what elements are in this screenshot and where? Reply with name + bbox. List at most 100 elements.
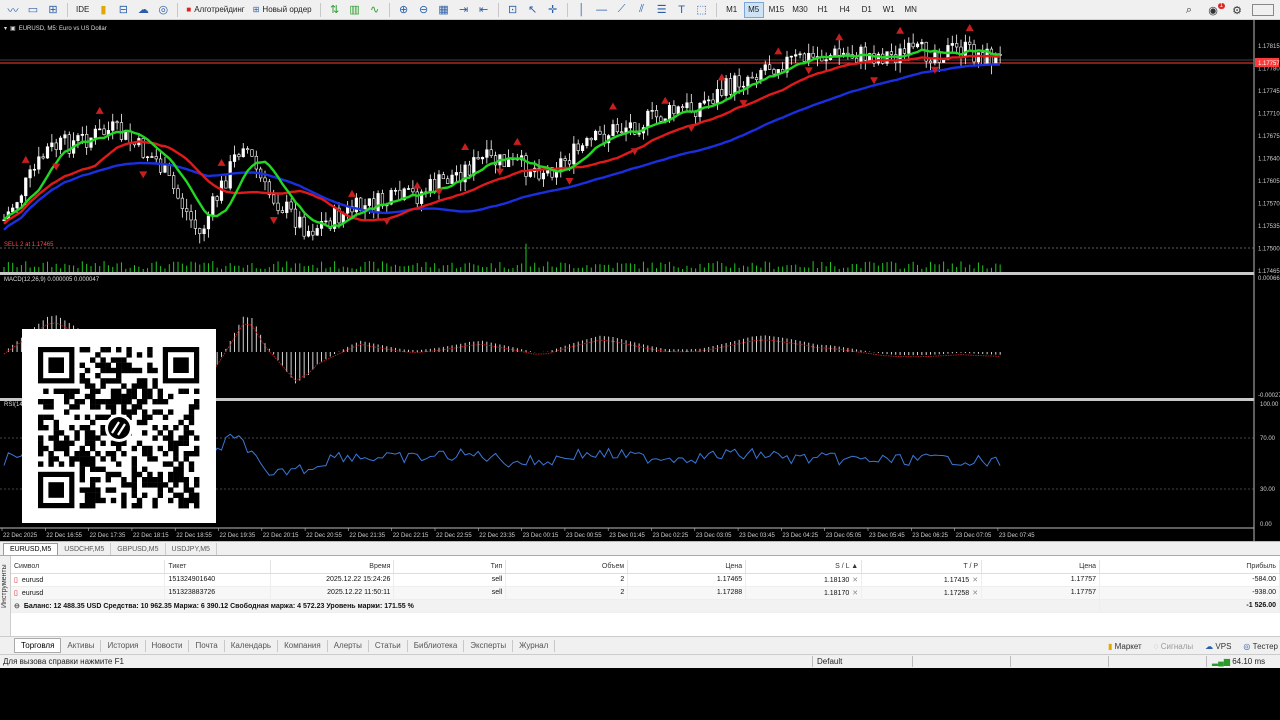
symbol-tab-usdchf[interactable]: USDCHF,M5 <box>58 543 112 555</box>
autoscroll-icon[interactable]: ⇥ <box>455 2 473 18</box>
cell-take-profit[interactable]: 1.17258 ✕ <box>861 586 983 600</box>
web-icon[interactable]: ◎ <box>154 2 172 18</box>
tab-code-base[interactable]: Библиотека <box>408 639 465 652</box>
tab-trade[interactable]: Торговля <box>14 638 62 653</box>
notifications-icon[interactable]: ◉ 1 <box>1204 2 1225 18</box>
remove-tp-icon[interactable]: ✕ <box>972 577 978 584</box>
trendline-icon[interactable]: ⟋ <box>613 2 631 18</box>
timeframe-h1[interactable]: H1 <box>813 2 833 18</box>
col-profit[interactable]: Прибыль <box>1099 560 1280 574</box>
tab-journal[interactable]: Журнал <box>513 639 556 652</box>
add-chart-icon[interactable]: ⊞ <box>44 2 62 18</box>
candle-body <box>450 174 454 184</box>
tester-link[interactable]: ◎ Тестер <box>1243 642 1278 651</box>
algo-stop-icon: ■ <box>186 5 192 14</box>
strategy-icon[interactable]: ⊟ <box>114 2 132 18</box>
col-price[interactable]: Цена <box>627 560 747 574</box>
tab-assets[interactable]: Активы <box>61 639 102 652</box>
channel-icon[interactable]: ⫽ <box>633 2 651 18</box>
up-arrow-marker <box>774 47 783 55</box>
market-link[interactable]: ▮ Маркет <box>1108 642 1142 651</box>
qr-module <box>142 399 148 405</box>
qr-module <box>110 393 117 400</box>
algo-trading-button[interactable]: ■ Алготрейдинг <box>183 2 247 18</box>
text-icon[interactable]: T <box>673 2 691 18</box>
cloud-icon[interactable]: ☁ <box>134 2 152 18</box>
qr-module <box>121 409 127 415</box>
up-arrow-marker <box>217 158 226 166</box>
timeframe-w1[interactable]: W1 <box>879 2 899 18</box>
col-stop-loss[interactable]: S / L ▲ <box>745 560 863 574</box>
candle-body <box>411 188 415 193</box>
timeframe-h4[interactable]: H4 <box>835 2 855 18</box>
shapes-icon[interactable]: ⬚ <box>693 2 711 18</box>
tab-news[interactable]: Новости <box>146 639 190 652</box>
col-time[interactable]: Время <box>270 560 395 574</box>
remove-tp-icon[interactable]: ✕ <box>972 590 978 597</box>
col-take-profit[interactable]: T / P <box>861 560 983 574</box>
settings-icon[interactable]: ⚙ <box>1228 2 1246 18</box>
grid-icon[interactable]: ▦ <box>435 2 453 18</box>
table-row[interactable]: ▯ eurusd 151323883726 2025.12.22 11:50:11… <box>11 586 1280 600</box>
price-tick: 1.17815 <box>1258 44 1280 50</box>
up-arrow-marker <box>95 106 104 114</box>
col-symbol[interactable]: Символ <box>11 560 166 574</box>
col-ticket[interactable]: Тикет <box>164 560 272 574</box>
line-chart-icon[interactable]: ∿ <box>366 2 384 18</box>
total-profit: -1 526.00 <box>1099 599 1280 613</box>
symbol-tab-usdjpy[interactable]: USDJPY,M5 <box>166 543 217 555</box>
zoom-out-icon[interactable]: ⊖ <box>415 2 433 18</box>
screen-bottom-bar <box>0 668 1280 720</box>
screenshot-icon[interactable]: ⊡ <box>504 2 522 18</box>
signals-link[interactable]: ◌ Сигналы <box>1154 642 1193 651</box>
lock-icon[interactable]: ▮ <box>94 2 112 18</box>
vertical-line-icon[interactable]: │ <box>573 2 591 18</box>
tab-experts[interactable]: Эксперты <box>464 639 514 652</box>
symbol-tab-eurusd[interactable]: EURUSD,M5 <box>3 543 59 555</box>
tab-company[interactable]: Компания <box>278 639 328 652</box>
chart-window[interactable]: 1.17815 1.17780 1.17745 1.17710 1.17675 1.176… <box>0 20 1280 541</box>
tab-mailbox[interactable]: Почта <box>189 639 225 652</box>
line-tool-icon[interactable]: 〰 <box>4 2 22 18</box>
timeframe-d1[interactable]: D1 <box>857 2 877 18</box>
timeframe-m1[interactable]: M1 <box>722 2 742 18</box>
timeframe-m15[interactable]: M15 <box>766 2 788 18</box>
qr-module <box>142 388 148 394</box>
ide-button[interactable]: IDE <box>73 2 92 18</box>
candles-icon[interactable]: ▥ <box>346 2 364 18</box>
tab-history[interactable]: История <box>101 639 146 652</box>
tab-calendar[interactable]: Календарь <box>225 639 279 652</box>
qr-module <box>74 456 80 462</box>
qr-module <box>183 440 189 446</box>
chart-menu-icon[interactable]: ▾ <box>4 25 7 32</box>
col-volume[interactable]: Объем <box>505 560 629 574</box>
tab-alerts[interactable]: Алерты <box>328 639 369 652</box>
timeframe-m30[interactable]: M30 <box>789 2 811 18</box>
crosshair-icon[interactable]: ✛ <box>544 2 562 18</box>
cell-stop-loss[interactable]: 1.18130 ✕ <box>745 573 863 587</box>
cell-take-profit[interactable]: 1.17415 ✕ <box>861 573 983 587</box>
candle-body <box>250 149 254 157</box>
chart-type-icon[interactable]: ▭ <box>24 2 42 18</box>
chart-shift-icon[interactable]: ⇤ <box>475 2 493 18</box>
col-type[interactable]: Тип <box>393 560 507 574</box>
cursor-icon[interactable]: ↖ <box>524 2 542 18</box>
remove-sl-icon[interactable]: ✕ <box>852 590 858 597</box>
window-icon[interactable] <box>1252 4 1274 16</box>
tab-articles[interactable]: Статьи <box>369 639 408 652</box>
fibonacci-icon[interactable]: ☰ <box>653 2 671 18</box>
new-order-button[interactable]: ⊞ Новый ордер <box>250 2 315 18</box>
depth-icon[interactable]: ⇅ <box>326 2 344 18</box>
symbol-tab-gbpusd[interactable]: GBPUSD,M5 <box>111 543 166 555</box>
timeframe-m5[interactable]: M5 <box>743 1 764 18</box>
timeframe-mn[interactable]: MN <box>901 2 921 18</box>
col-current-price[interactable]: Цена <box>981 560 1101 574</box>
zoom-in-icon[interactable]: ⊕ <box>395 2 413 18</box>
search-icon[interactable]: ⌕ <box>1180 2 1198 18</box>
remove-sl-icon[interactable]: ✕ <box>852 577 858 584</box>
table-row[interactable]: ▯ eurusd 151324901640 2025.12.22 15:24:26… <box>11 573 1280 587</box>
cell-stop-loss[interactable]: 1.18170 ✕ <box>745 586 863 600</box>
horizontal-line-icon[interactable]: — <box>593 2 611 18</box>
vps-link[interactable]: ☁ VPS <box>1205 642 1231 651</box>
candle-body <box>150 156 154 158</box>
